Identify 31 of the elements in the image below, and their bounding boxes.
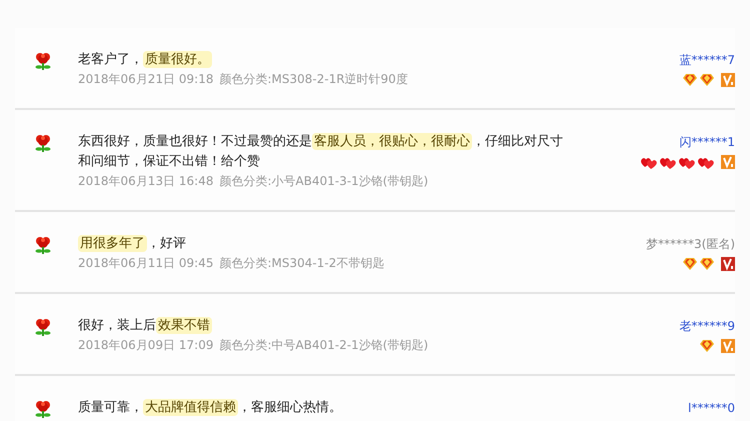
review-text: 东西很好，质量也很好！不过最赞的还是 客服人员，很贴心，很耐心，仔细比对尺寸和问细节，保证不出错！给个赞: [78, 132, 564, 171]
diamond-icon: [699, 73, 715, 87]
diamond-icon: [682, 73, 698, 87]
review-text: 用很多年了，好评: [78, 234, 187, 254]
product-variant: 颜色分类:小号AB401-3-1沙铬(带钥匙): [219, 173, 428, 190]
review-text: 很好，装上后效果不错: [78, 316, 213, 336]
reviewer-name[interactable]: 蓝******7: [679, 50, 735, 70]
review-date: 2018年06月09日 17:09: [78, 337, 214, 354]
rose-icon: [35, 134, 51, 153]
heart-icon: [640, 155, 658, 169]
reviewer-name[interactable]: 老******9: [679, 316, 735, 336]
product-variant: 颜色分类:MS308-2-1R逆时针90度: [219, 71, 408, 88]
diamond-icon: [682, 257, 698, 271]
rose-icon: [35, 236, 51, 255]
product-variant: 颜色分类:MS304-1-2不带钥匙: [219, 255, 384, 272]
diamond-icon: [699, 257, 715, 271]
heart-icon: [697, 155, 715, 169]
rose-icon: [35, 52, 51, 71]
rose-icon: [35, 318, 51, 337]
review-date: 2018年06月11日 09:45: [78, 255, 214, 272]
rose-icon: [35, 400, 51, 419]
product-variant: 颜色分类:中号AB401-2-1沙铬(带钥匙): [219, 337, 428, 354]
reviewer-name[interactable]: l******0: [688, 398, 735, 418]
review-text: 老客户了，质量很好。: [78, 50, 213, 70]
review-date: 2018年06月21日 09:18: [78, 71, 214, 88]
review-text: 质量可靠，大品牌值得信赖，客服细心热情。: [78, 398, 343, 418]
diamond-icon: [699, 339, 715, 353]
heart-icon: [678, 155, 696, 169]
heart-icon: [659, 155, 677, 169]
review-date: 2018年06月13日 16:48: [78, 173, 214, 190]
reviewer-name[interactable]: 闪******1: [679, 132, 735, 152]
